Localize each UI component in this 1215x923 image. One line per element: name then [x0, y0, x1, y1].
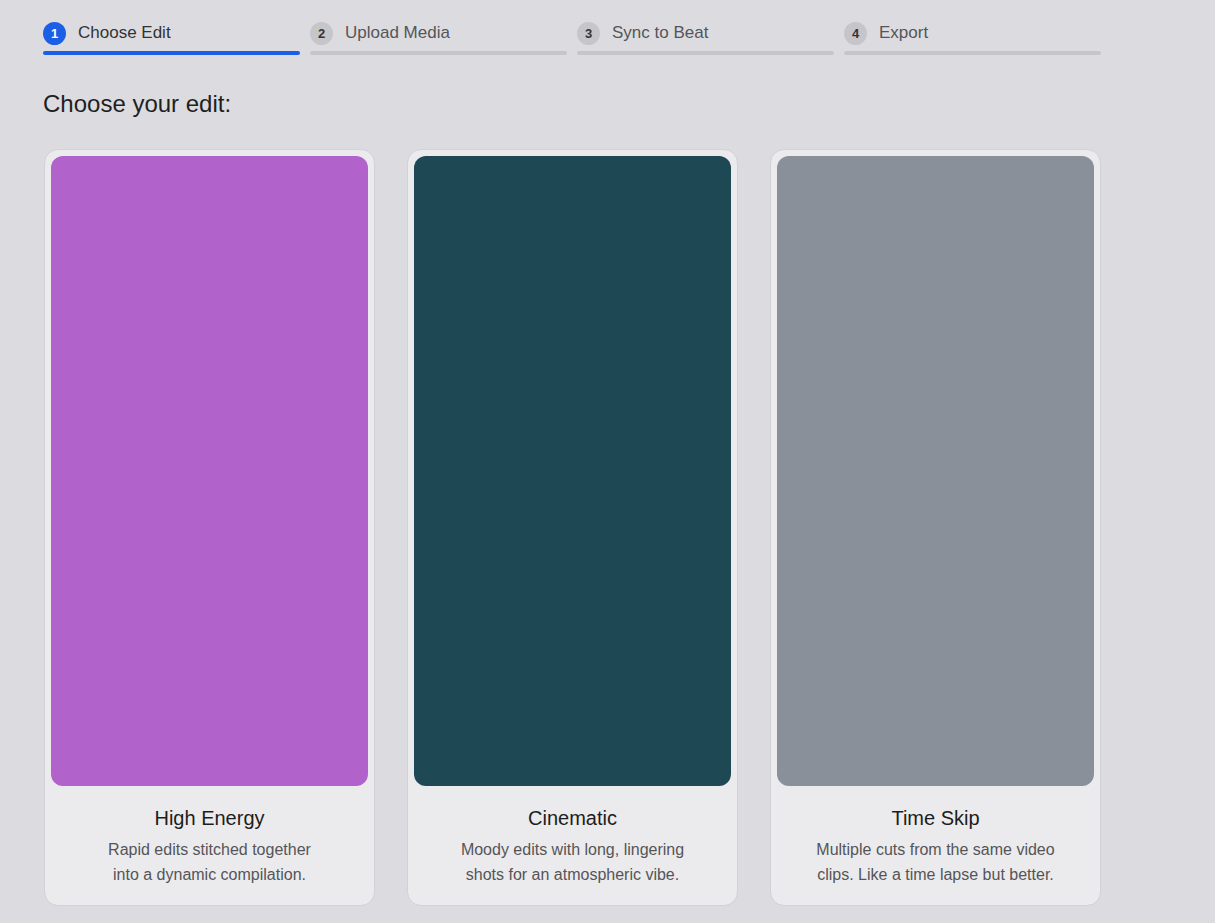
step[interactable]: 4 Export: [844, 21, 1101, 55]
page: 1 Choose Edit 2 Upload Media 3 Sync to Beat 4E…: [0, 0, 1215, 923]
description-line: Moody edits with long, lingering: [461, 837, 684, 862]
card-title: High Energy: [154, 805, 264, 831]
step-bar: [43, 51, 300, 55]
description-line: Rapid edits stitched together: [108, 837, 311, 862]
step-bar: [577, 51, 834, 55]
step-number: 4: [844, 22, 867, 45]
edit-card[interactable]: Cinematic Moody edits with long, lingerin…: [407, 149, 738, 906]
card-title: Cinematic: [528, 805, 617, 831]
description-line: Multiple cuts from the same video: [816, 837, 1054, 862]
step-bar: [310, 51, 567, 55]
step-number: 3: [577, 22, 600, 45]
step-bar: [844, 51, 1101, 55]
step-label: Export: [879, 23, 928, 43]
card-preview: [51, 156, 368, 786]
card-description: Moody edits with long, lingeringshots fo…: [461, 837, 684, 887]
edit-card[interactable]: High Energy Rapid edits stitched together…: [44, 149, 375, 906]
step[interactable]: 2 Upload Media: [310, 21, 567, 55]
step-label: Choose Edit: [78, 23, 171, 43]
description-line: clips. Like a time lapse but better.: [816, 862, 1054, 887]
step[interactable]: 3 Sync to Beat: [577, 21, 834, 55]
card-description: Multiple cuts from the same videoclips. …: [816, 837, 1054, 887]
card-title: Time Skip: [891, 805, 979, 831]
step-row: 2 Upload Media: [310, 21, 567, 45]
card-preview: [414, 156, 731, 786]
card-preview: [777, 156, 1094, 786]
description-line: into a dynamic compilation.: [108, 862, 311, 887]
heading: Choose your edit:: [43, 89, 1215, 119]
card-grid: High Energy Rapid edits stitched together…: [43, 149, 1215, 906]
step-row: 3 Sync to Beat: [577, 21, 834, 45]
step-label: Sync to Beat: [612, 23, 708, 43]
step-number: 1: [43, 22, 66, 45]
card-description: Rapid edits stitched togetherinto a dyna…: [108, 837, 311, 887]
stepper: 1 Choose Edit 2 Upload Media 3 Sync to Beat 4E…: [43, 21, 1215, 55]
step-row: 1 Choose Edit: [43, 21, 300, 45]
step-number: 2: [310, 22, 333, 45]
edit-card[interactable]: Time Skip Multiple cuts from the same vid…: [770, 149, 1101, 906]
step-row: 4 Export: [844, 21, 1101, 45]
step[interactable]: 1 Choose Edit: [43, 21, 300, 55]
description-line: shots for an atmospheric vibe.: [461, 862, 684, 887]
step-label: Upload Media: [345, 23, 450, 43]
